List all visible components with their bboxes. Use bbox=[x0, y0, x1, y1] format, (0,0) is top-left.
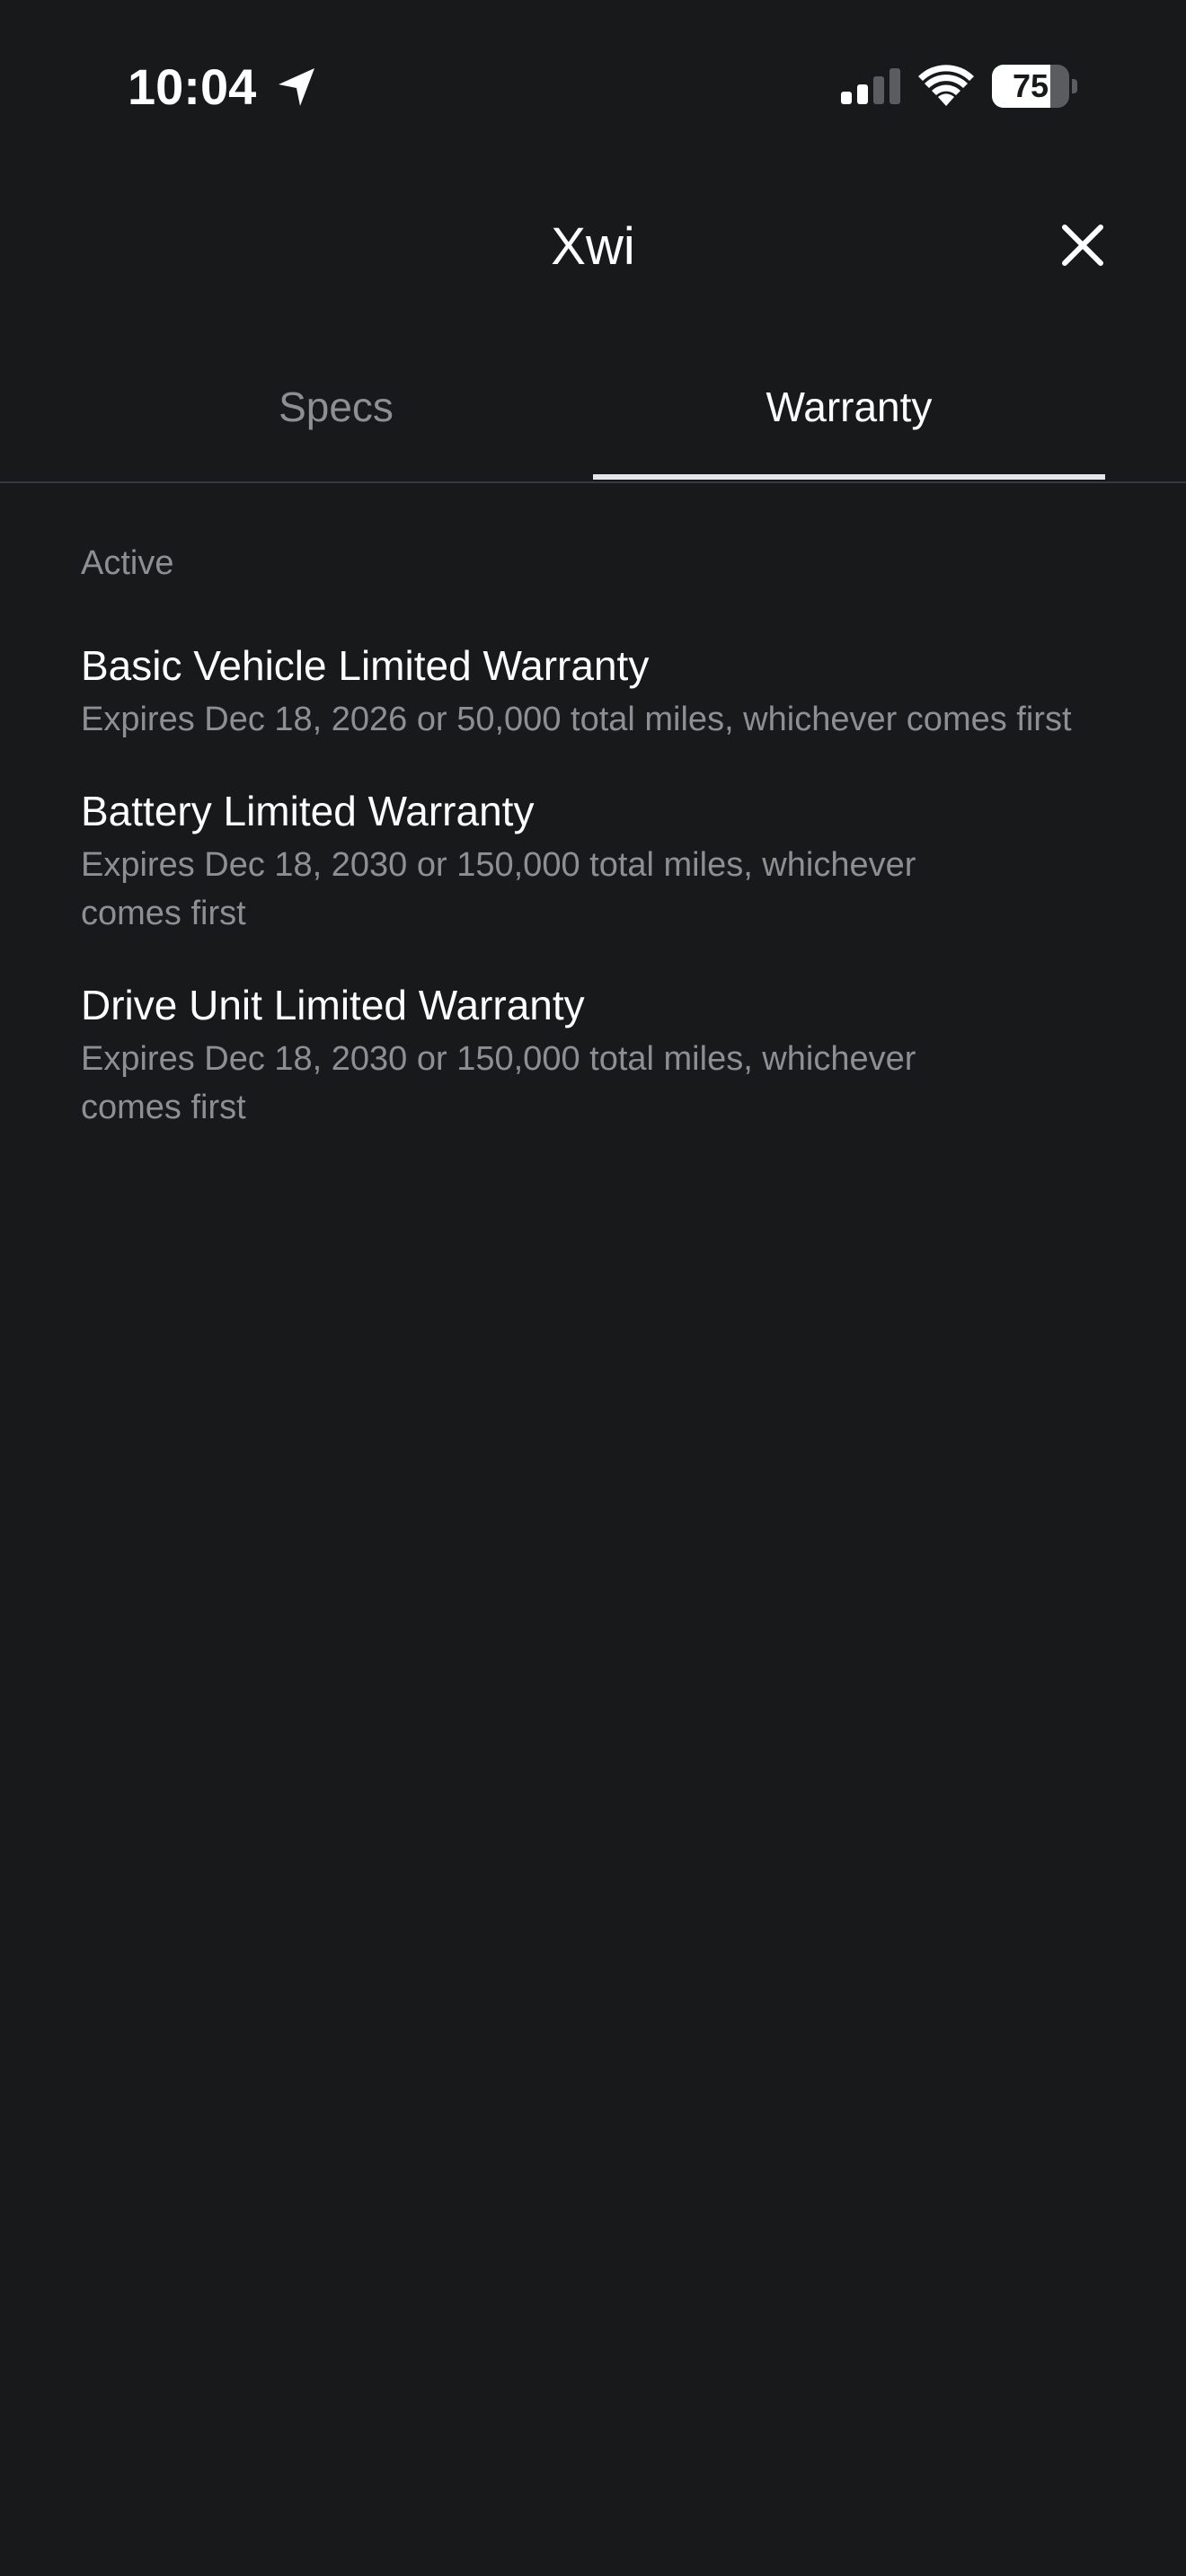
battery-icon: 75 bbox=[992, 65, 1078, 108]
location-arrow-icon bbox=[275, 65, 320, 110]
battery-cap bbox=[1072, 79, 1077, 93]
tabs-divider bbox=[0, 481, 1186, 483]
status-bar: 10:04 75 bbox=[0, 0, 1186, 171]
battery-level: 75 bbox=[1012, 67, 1049, 104]
close-button[interactable] bbox=[1051, 219, 1114, 275]
warranty-expiration: Expires Dec 18, 2026 or 50,000 total mil… bbox=[81, 701, 1072, 738]
battery-body: 75 bbox=[992, 65, 1069, 108]
section-label-active: Active bbox=[81, 544, 174, 582]
cellular-signal-icon bbox=[839, 66, 902, 106]
list-item: Battery Limited Warranty Expires Dec 18,… bbox=[81, 783, 1114, 938]
warranty-title: Battery Limited Warranty bbox=[81, 788, 535, 834]
status-time: 10:04 bbox=[128, 58, 257, 115]
tab-specs[interactable]: Specs bbox=[81, 368, 591, 483]
list-item: Basic Vehicle Limited Warranty Expires D… bbox=[81, 638, 1114, 744]
warranty-list: Active Basic Vehicle Limited Warranty Ex… bbox=[81, 539, 1114, 1171]
page-title: Xwi bbox=[551, 217, 635, 276]
warranty-expiration: Expires Dec 18, 2030 or 150,000 total mi… bbox=[81, 846, 916, 932]
list-item: Drive Unit Limited Warranty Expires Dec … bbox=[81, 977, 1114, 1132]
warranty-title: Drive Unit Limited Warranty bbox=[81, 982, 585, 1028]
tab-bar: Specs Warranty bbox=[0, 368, 1186, 483]
close-icon bbox=[1062, 225, 1103, 266]
wifi-icon bbox=[918, 65, 974, 108]
warranty-expiration: Expires Dec 18, 2030 or 150,000 total mi… bbox=[81, 1040, 916, 1126]
tab-selected-indicator bbox=[593, 474, 1105, 480]
tab-warranty[interactable]: Warranty bbox=[593, 368, 1105, 483]
warranty-title: Basic Vehicle Limited Warranty bbox=[81, 642, 650, 689]
